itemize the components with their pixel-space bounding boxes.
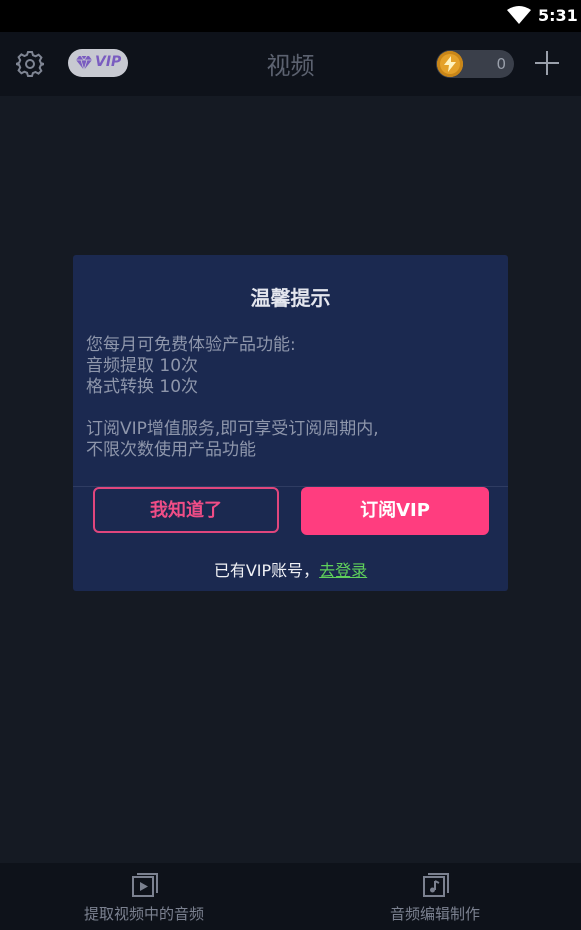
acknowledge-button[interactable]: 我知道了 bbox=[93, 487, 279, 533]
subscribe-vip-button[interactable]: 订阅VIP bbox=[301, 487, 489, 535]
nav-item-extract-audio[interactable]: 提取视频中的音频 bbox=[84, 863, 208, 930]
dialog-message-line: 音频提取 10次 bbox=[86, 356, 199, 376]
tips-dialog: 温馨提示 您每月可免费体验产品功能: 音频提取 10次 格式转换 10次 订阅V… bbox=[73, 255, 508, 591]
dialog-message-line bbox=[86, 398, 496, 419]
dialog-message-line: 不限次数使用产品功能 bbox=[86, 440, 256, 460]
dialog-message-line: 您每月可免费体验产品功能: bbox=[86, 335, 296, 355]
dialog-message-line: 格式转换 10次 bbox=[86, 377, 199, 397]
dialog-title: 温馨提示 bbox=[250, 286, 331, 310]
video-play-icon bbox=[132, 873, 158, 897]
nav-label: 音频编辑制作 bbox=[390, 905, 481, 923]
nav-label: 提取视频中的音频 bbox=[84, 905, 205, 923]
login-prompt: 已有VIP账号，去登录 bbox=[73, 557, 508, 581]
login-prompt-text: 已有VIP账号， bbox=[213, 561, 320, 580]
bottom-nav: 提取视频中的音频 音频编辑制作 bbox=[0, 863, 581, 930]
status-time: 5:31 bbox=[538, 6, 578, 25]
dialog-message: 您每月可免费体验产品功能: 音频提取 10次 格式转换 10次 订阅VIP增值服… bbox=[86, 335, 496, 461]
plus-icon[interactable] bbox=[533, 49, 561, 77]
lightning-icon bbox=[444, 56, 456, 72]
wifi-icon bbox=[507, 6, 531, 24]
dialog-message-line: 订阅VIP增值服务,即可享受订阅周期内, bbox=[86, 419, 379, 439]
music-note-icon bbox=[423, 873, 449, 897]
coin-balance[interactable]: 0 bbox=[436, 50, 514, 78]
login-link[interactable]: 去登录 bbox=[319, 561, 367, 580]
nav-item-audio-edit[interactable]: 音频编辑制作 bbox=[390, 863, 484, 930]
status-bar: 5:31 bbox=[0, 0, 581, 32]
coin-icon bbox=[437, 51, 463, 77]
coin-count: 0 bbox=[496, 55, 506, 73]
app-header: VIP 视频 0 bbox=[0, 32, 581, 96]
